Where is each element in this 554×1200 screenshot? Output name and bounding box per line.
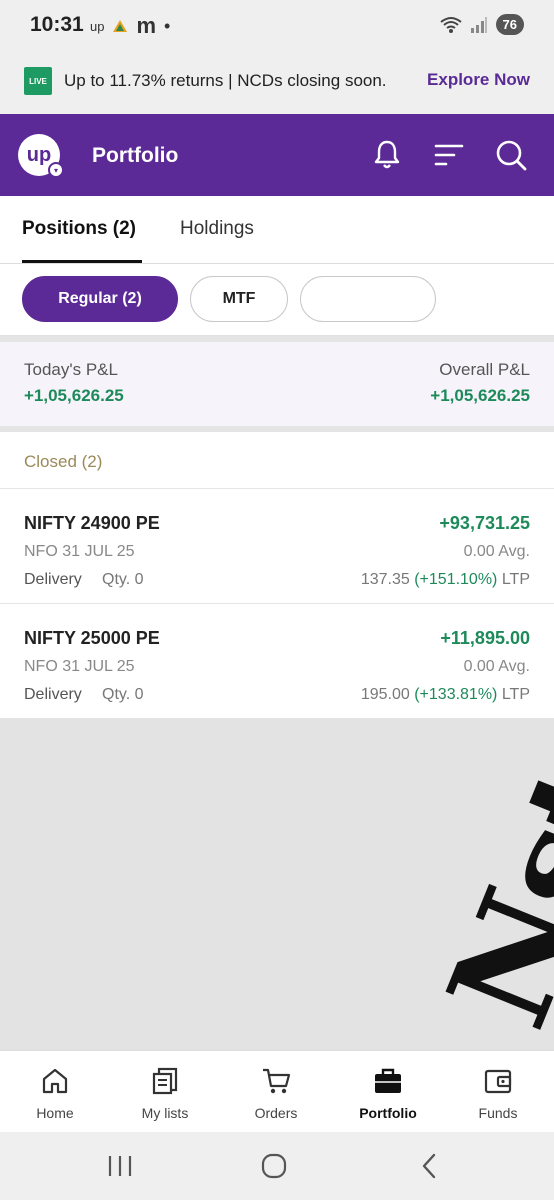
back-icon (422, 1153, 436, 1179)
explore-now-link[interactable]: Explore Now (427, 70, 530, 90)
status-bar: 10:31 up m • 76 (0, 0, 554, 52)
position-expiry: NFO 31 JUL 25 (24, 543, 135, 560)
today-pnl-label: Today's P&L (24, 360, 118, 379)
promo-text: Up to 11.73% returns | NCDs closing soon… (64, 71, 387, 90)
upstox-notif-icon: up (90, 18, 105, 34)
pnl-summary: Today's P&L +1,05,626.25 Overall P&L +1,… (0, 342, 554, 426)
positions-list: NIFTY 24900 PE +93,731.25 NFO 31 JUL 25 … (0, 488, 554, 718)
ltp-change: (+151.10%) (414, 571, 498, 588)
search-icon[interactable] (494, 138, 528, 172)
position-product: Delivery (24, 686, 82, 703)
status-right: 76 (439, 14, 524, 35)
position-product: Delivery (24, 571, 82, 588)
position-row[interactable]: NIFTY 25000 PE +11,895.00 NFO 31 JUL 25 … (0, 603, 554, 718)
nav-item-funds[interactable]: Funds (448, 1065, 548, 1121)
back-button[interactable] (410, 1150, 450, 1182)
triangle-notif-icon (113, 20, 128, 32)
portfolio-tabs: Positions (2) Holdings (0, 196, 554, 264)
bell-icon[interactable] (370, 138, 404, 172)
nav-label: Funds (478, 1105, 518, 1121)
lists-icon (152, 1067, 178, 1095)
position-avg: 0.00 Avg. (463, 658, 530, 675)
active-tab-indicator (22, 260, 142, 263)
logo-text: up (26, 143, 52, 166)
signal-icon (470, 16, 487, 33)
nav-item-my-lists[interactable]: My lists (115, 1065, 215, 1121)
position-row[interactable]: NIFTY 24900 PE +93,731.25 NFO 31 JUL 25 … (0, 488, 554, 603)
position-ltp: 137.35 (+151.10%) LTP (361, 571, 530, 589)
position-avg: 0.00 Avg. (463, 543, 530, 560)
filter-chip-regular[interactable]: Regular (2) (22, 276, 178, 322)
ltp-label: LTP (501, 686, 530, 703)
ltp-label: LTP (501, 571, 530, 588)
home-button[interactable] (254, 1150, 294, 1182)
closed-title: Closed (2) (24, 452, 103, 471)
promo-banner[interactable]: LIVE Up to 11.73% returns | NCDs closing… (0, 52, 554, 114)
nav-item-orders[interactable]: Orders (226, 1065, 326, 1121)
position-pnl: +11,895.00 (440, 628, 530, 648)
today-pnl-value: +1,05,626.25 (24, 386, 124, 405)
tab-holdings[interactable]: Holdings (180, 218, 254, 240)
filter-icon[interactable] (432, 138, 466, 172)
wallet-icon (484, 1069, 512, 1094)
position-qty: Qty. 0 (102, 686, 144, 703)
nav-item-home[interactable]: Home (5, 1065, 105, 1121)
home-circle-icon (261, 1153, 287, 1179)
position-name: NIFTY 25000 PE (24, 628, 160, 648)
page-title: Portfolio (92, 144, 179, 167)
system-nav-bar (0, 1132, 554, 1200)
ltp-change: (+133.81%) (414, 686, 498, 703)
status-time: 10:31 (30, 13, 84, 36)
filter-chip-third[interactable] (300, 276, 436, 322)
closed-section-header: Closed (2) (0, 432, 554, 488)
ltp-value: 137.35 (360, 571, 410, 588)
recents-icon (108, 1156, 132, 1176)
nav-label: Orders (254, 1105, 298, 1121)
live-badge: LIVE (24, 67, 52, 95)
ltp-value: 195.00 (360, 686, 410, 703)
chevron-down-icon[interactable]: ▾ (48, 162, 64, 178)
position-expiry: NFO 31 JUL 25 (24, 658, 135, 675)
app-header: up ▾ Portfolio (0, 114, 554, 196)
m-notif-icon: m (136, 13, 157, 38)
position-name: NIFTY 24900 PE (24, 513, 160, 533)
empty-area (0, 718, 554, 1050)
nav-label: My lists (141, 1105, 189, 1121)
home-icon (42, 1068, 68, 1094)
overall-pnl-label: Overall P&L (439, 360, 530, 379)
dot-icon: • (164, 15, 171, 36)
briefcase-icon (375, 1068, 401, 1093)
nav-label: Portfolio (359, 1105, 417, 1121)
nav-label: Home (36, 1105, 74, 1121)
recents-button[interactable] (100, 1150, 140, 1182)
tab-positions[interactable]: Positions (2) (22, 218, 136, 240)
position-ltp: 195.00 (+133.81%) LTP (361, 686, 530, 704)
bottom-nav: Home My lists Orders Portfolio Funds (0, 1050, 554, 1132)
overall-pnl-value: +1,05,626.25 (430, 386, 530, 405)
position-pnl: +93,731.25 (439, 513, 530, 533)
battery-indicator: 76 (495, 14, 524, 35)
cart-icon (263, 1068, 291, 1094)
position-filters: Regular (2) MTF (0, 264, 554, 336)
status-notifications: up m • (90, 13, 170, 39)
position-qty: Qty. 0 (102, 571, 144, 588)
filter-chip-mtf[interactable]: MTF (190, 276, 288, 322)
nav-item-portfolio[interactable]: Portfolio (338, 1065, 438, 1121)
wifi-icon (439, 16, 462, 33)
